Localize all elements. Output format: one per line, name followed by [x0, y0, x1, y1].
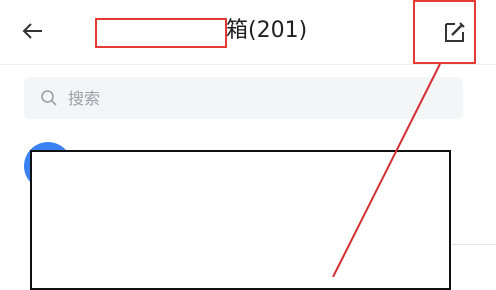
row-divider: [452, 244, 496, 245]
content-redaction-box: [30, 150, 451, 290]
search-icon: [41, 90, 57, 106]
title-redaction-box: [95, 18, 227, 48]
compose-highlight-box: [413, 0, 476, 64]
top-app-bar: 的收件箱(201): [0, 0, 496, 64]
arrow-left-icon: [22, 23, 42, 39]
search-bar[interactable]: [24, 77, 463, 119]
search-input[interactable]: [68, 77, 448, 119]
back-button[interactable]: [18, 16, 48, 46]
header-divider: [0, 64, 496, 65]
